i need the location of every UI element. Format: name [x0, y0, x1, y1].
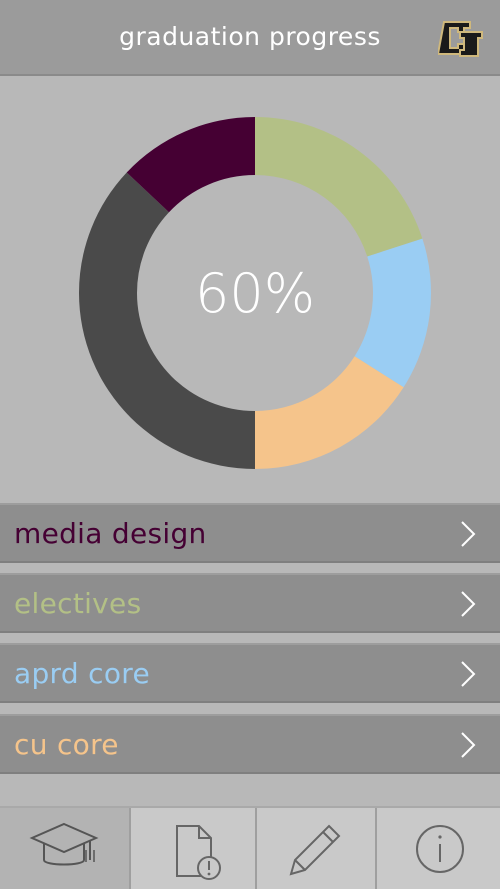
progress-donut-chart: 60% — [78, 116, 432, 470]
category-row-media-design[interactable]: media design — [0, 503, 500, 563]
category-label: aprd core — [14, 657, 150, 690]
chevron-right-icon — [461, 521, 476, 547]
category-label: media design — [14, 517, 207, 550]
header-bar: graduation progress — [0, 0, 500, 76]
tab-edit[interactable] — [257, 808, 377, 889]
document-alert-icon — [176, 825, 221, 880]
cu-logo-icon[interactable] — [438, 14, 486, 62]
tab-progress[interactable] — [0, 808, 131, 889]
tab-info[interactable] — [377, 808, 500, 889]
info-icon — [416, 825, 464, 873]
category-label: electives — [14, 587, 142, 620]
category-label: cu core — [14, 728, 119, 761]
category-row-aprd-core[interactable]: aprd core — [0, 643, 500, 703]
progress-percentage: 60% — [194, 261, 316, 325]
chevron-right-icon — [461, 732, 476, 758]
page-title: graduation progress — [119, 22, 381, 51]
chevron-right-icon — [461, 591, 476, 617]
tab-requirements[interactable] — [131, 808, 257, 889]
category-row-electives[interactable]: electives — [0, 573, 500, 633]
category-row-cu-core[interactable]: cu core — [0, 714, 500, 774]
pencil-icon — [289, 824, 341, 876]
chevron-right-icon — [461, 661, 476, 687]
graduation-cap-icon — [29, 822, 99, 866]
bottom-tab-bar — [0, 806, 500, 889]
